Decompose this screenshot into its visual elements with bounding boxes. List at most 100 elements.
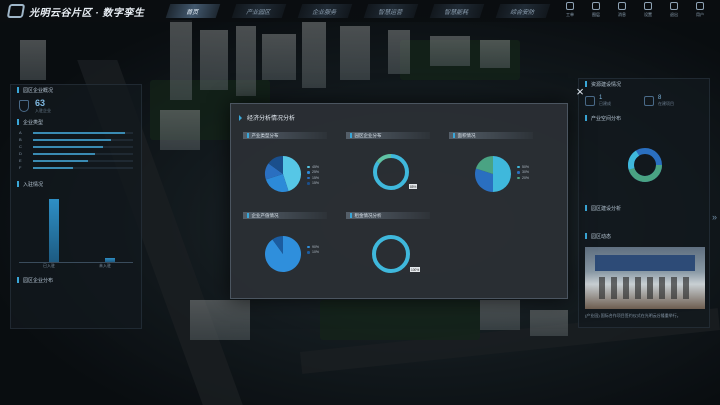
tool-user[interactable]: 用户 (688, 2, 712, 18)
legend-dot (517, 171, 520, 174)
news-text: (产业园) 国际合作项目签约仪式在光明云谷隆重举行。 (585, 313, 681, 318)
chart-svg (475, 156, 511, 192)
legend-value: 50% (522, 164, 530, 169)
nav-tab-enterprise-service[interactable]: 企业服务 (297, 4, 353, 18)
layers-icon (592, 2, 600, 10)
enterprise-type-bar: F (19, 164, 133, 171)
enterprise-type-bar-track (33, 159, 133, 162)
chart-block: 企业产值情况 90% 10% (243, 212, 343, 288)
chart-block: 租金情况分析 100% (346, 212, 446, 288)
legend-dot (517, 165, 520, 168)
enterprise-type-bar-track (33, 152, 133, 155)
modal-title: 经济分析情况分析 (239, 113, 295, 122)
space-distribution-title: 产业空间分布 (579, 113, 709, 123)
legend-value: 25% (312, 170, 320, 175)
donut-value-tag: 100% (410, 267, 421, 272)
resource-stat-building: 8 在建项目 (644, 95, 703, 107)
occupancy-bar (49, 199, 59, 262)
enterprise-type-bar-track (33, 138, 133, 141)
occupancy-bar-label: 已入驻 (43, 263, 55, 268)
enterprise-type-bar: D (19, 150, 133, 157)
chart-block: 产业类型分布 45% 25% 15% 15% (243, 132, 343, 208)
news-photo-people (599, 277, 691, 299)
app-title: 光明云谷片区 · 数字孪生 (29, 7, 145, 19)
donut-segment[interactable] (372, 235, 410, 273)
modal-close-icon[interactable]: × (574, 85, 586, 98)
chart-svg (372, 235, 410, 273)
legend-dot (307, 171, 310, 174)
economic-analysis-modal: 经济分析情况分析 产业类型分布 45% 25% 15% 15% 园区企业分布 85% 面积情况… (230, 103, 568, 299)
enterprise-type-bar-track (33, 131, 133, 134)
occupancy-bar-label: 未入驻 (99, 263, 111, 268)
enterprise-type-bar: C (19, 143, 133, 150)
nav-tab-security[interactable]: 综合安防 (495, 4, 551, 18)
enterprise-type-bar: A (19, 129, 133, 136)
legend-value: 20% (522, 175, 530, 180)
legend-value: 30% (522, 170, 530, 175)
right-panel: 资源建设情况 1 已建成 8 在建项目 产业空间分布 园区建设分析 园区动态 (产业… (578, 78, 710, 328)
resource-stats: 1 已建成 8 在建项目 (579, 89, 709, 113)
nav-tab-smart-operation[interactable]: 智慧运营 (363, 4, 419, 18)
chart-svg (265, 236, 301, 272)
left-panel: 园区企业概况 63 入驻企业 企业类型 ABCDEF 入驻情况 已入驻 未入驻 园… (10, 84, 142, 329)
building-icon (585, 96, 595, 106)
tool-messages[interactable]: 消息 (610, 2, 634, 18)
shield-icon (19, 100, 29, 112)
chart-legend: 45% 25% 15% 15% (307, 164, 319, 186)
tool-orders[interactable]: 工单 (558, 2, 582, 18)
enterprise-type-bar: B (19, 136, 133, 143)
crane-icon (644, 96, 654, 106)
right-panel-title: 资源建设情况 (579, 79, 709, 89)
occupancy-title: 入驻情况 (11, 179, 141, 189)
chart-block: 面积情况 50% 30% 20% (449, 132, 549, 208)
document-icon (566, 2, 574, 10)
main-nav: 首页 产业园区 企业服务 智慧运营 智慧能耗 综合安防 (165, 4, 564, 18)
legend-item: 10% (307, 250, 319, 256)
enterprise-type-bar-label: A (19, 130, 22, 135)
enterprise-type-bar-fill (33, 159, 88, 162)
enterprise-type-bar-fill (33, 166, 73, 169)
tool-exit[interactable]: 退出 (662, 2, 686, 18)
enterprise-count: 63 (35, 98, 46, 108)
news-photo-banner (595, 255, 695, 271)
app-logo[interactable]: 光明云谷片区 · 数字孪生 (6, 4, 158, 19)
enterprise-type-bar-label: C (19, 144, 22, 149)
legend-dot (307, 165, 310, 168)
legend-dot (307, 251, 310, 254)
logo-icon (6, 4, 26, 18)
toolbar: 工单 图层 消息 设置 退出 用户 (556, 2, 712, 18)
chart-legend: 90% 10% (307, 244, 319, 255)
legend-value: 90% (312, 244, 320, 249)
legend-value: 10% (312, 250, 320, 255)
left-panel-title: 园区企业概况 (11, 85, 141, 95)
chart-block: 园区企业分布 85% (346, 132, 446, 208)
chart-legend: 50% 30% 20% (517, 164, 529, 181)
news-title: 园区动态 (579, 231, 709, 241)
enterprise-type-bar-fill (33, 152, 95, 155)
enterprise-type-bar-fill (33, 145, 103, 148)
enterprise-type-bars: ABCDEF (11, 127, 141, 173)
tool-settings[interactable]: 设置 (636, 2, 660, 18)
pie-slice[interactable] (493, 156, 511, 192)
enterprise-type-bar-fill (33, 131, 125, 134)
nav-tab-home[interactable]: 首页 (165, 4, 221, 18)
gear-icon (644, 2, 652, 10)
expand-right-arrow-icon[interactable]: » (712, 212, 717, 222)
nav-tab-industrial-park[interactable]: 产业园区 (231, 4, 287, 18)
left-panel-footer: 园区企业分布 (11, 275, 141, 285)
chart-svg (265, 156, 301, 192)
top-bar: 光明云谷片区 · 数字孪生 首页 产业园区 企业服务 智慧运营 智慧能耗 综合安… (0, 0, 720, 22)
enterprise-type-bar-track (33, 145, 133, 148)
occupancy-bars: 已入驻 未入驻 (19, 193, 133, 268)
chart-svg (373, 154, 409, 190)
tool-layers[interactable]: 图层 (584, 2, 608, 18)
legend-dot (307, 245, 310, 248)
enterprise-type-bar-label: D (19, 151, 22, 156)
enterprise-stat: 63 入驻企业 (11, 95, 141, 117)
enterprise-type-bar-fill (33, 138, 111, 141)
news-photo[interactable] (585, 247, 705, 309)
legend-value: 15% (312, 181, 320, 186)
legend-value: 15% (312, 175, 320, 180)
nav-tab-energy[interactable]: 智慧能耗 (429, 4, 485, 18)
legend-dot (307, 176, 310, 179)
